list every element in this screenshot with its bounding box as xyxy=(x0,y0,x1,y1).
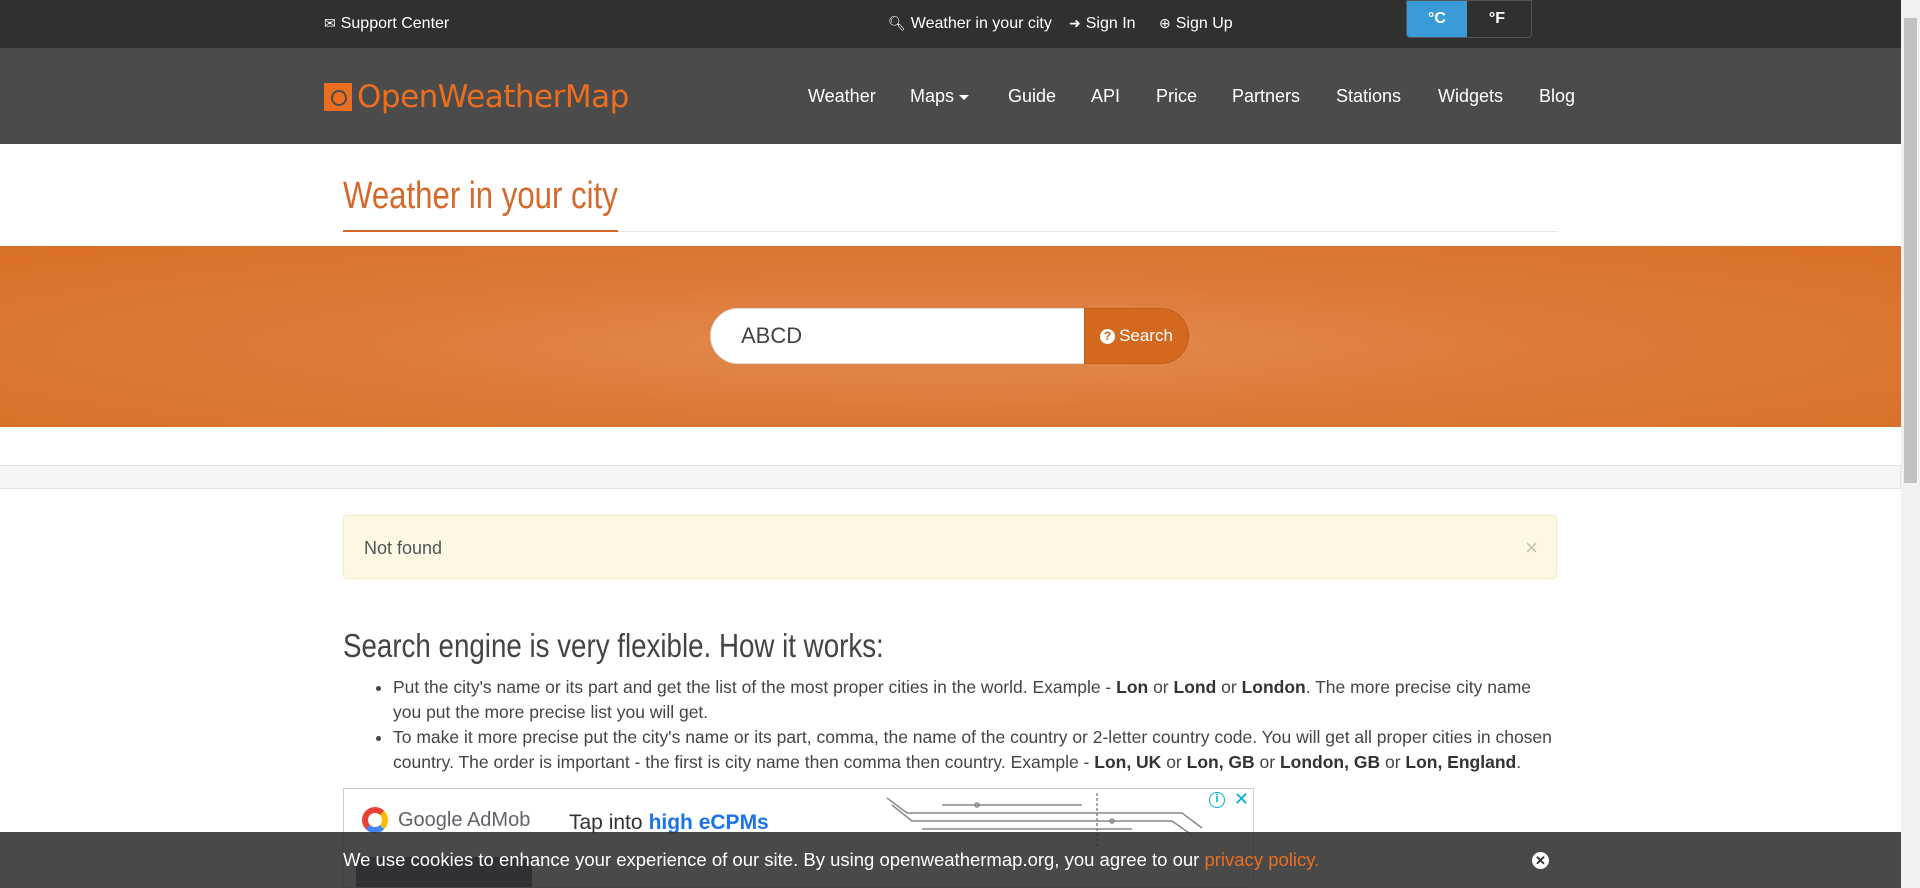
support-center-link[interactable]: ✉ Support Center xyxy=(324,0,449,46)
not-found-alert: Not found × xyxy=(343,515,1557,579)
page-scrollbar[interactable] xyxy=(1901,0,1920,888)
cookie-close-icon[interactable]: ✕ xyxy=(1532,852,1549,869)
sign-in-label: Sign In xyxy=(1085,15,1136,32)
info-heading: Search engine is very flexible. How it w… xyxy=(343,627,884,664)
nav-partners[interactable]: Partners xyxy=(1232,49,1300,144)
search-button[interactable]: ? Search xyxy=(1084,308,1189,364)
example-term: Lon, GB xyxy=(1186,752,1255,772)
logo[interactable]: OpenWeatherMap xyxy=(324,79,629,115)
cookie-message: We use cookies to enhance your experienc… xyxy=(343,832,1319,888)
nav-maps[interactable]: Maps xyxy=(910,49,970,144)
celsius-button[interactable]: °C xyxy=(1407,1,1467,37)
nav-price[interactable]: Price xyxy=(1156,49,1197,144)
sign-in-icon: ➜ xyxy=(1069,15,1081,31)
example-term: Lond xyxy=(1173,677,1217,697)
weather-city-label: Weather in your city xyxy=(910,15,1052,32)
weather-in-your-city-link[interactable]: 🔍︎ Weather in your city xyxy=(888,0,1052,46)
info-text: or xyxy=(1380,752,1406,772)
privacy-policy-link[interactable]: privacy policy. xyxy=(1204,849,1319,870)
info-text: . xyxy=(1516,752,1522,772)
question-circle-icon: ? xyxy=(1100,328,1116,344)
alert-close-icon[interactable]: × xyxy=(1525,516,1538,580)
list-item: To make it more precise put the city's n… xyxy=(393,725,1558,775)
cookie-text: We use cookies to enhance your experienc… xyxy=(343,849,1205,870)
divider-strip xyxy=(0,465,1901,489)
sign-up-link[interactable]: ⊕ Sign Up xyxy=(1159,0,1233,46)
nav-api[interactable]: API xyxy=(1091,49,1120,144)
nav-blog[interactable]: Blog xyxy=(1539,49,1575,144)
info-text: or xyxy=(1161,752,1187,772)
nav-widgets[interactable]: Widgets xyxy=(1438,49,1503,144)
example-term: Lon xyxy=(1116,677,1149,697)
info-text: or xyxy=(1148,677,1174,697)
page-title: Weather in your city xyxy=(343,175,618,217)
example-term: London xyxy=(1241,677,1306,697)
ad-tap-text: Tap into xyxy=(569,811,643,834)
sign-in-link[interactable]: ➜ Sign In xyxy=(1069,0,1136,46)
unit-toggle: °C °F xyxy=(1406,0,1532,38)
search-button-label: Search xyxy=(1119,326,1173,345)
example-term: London, GB xyxy=(1279,752,1381,772)
list-item: Put the city's name or its part and get … xyxy=(393,675,1558,725)
scroll-thumb[interactable] xyxy=(1904,18,1917,483)
example-term: Lon, England xyxy=(1405,752,1517,772)
nav-weather[interactable]: Weather xyxy=(808,49,876,144)
nav-maps-label: Maps xyxy=(910,86,955,106)
info-list: Put the city's name or its part and get … xyxy=(393,675,1558,775)
cookie-banner: We use cookies to enhance your experienc… xyxy=(0,832,1901,888)
admob-logo-icon xyxy=(362,807,388,833)
info-text: or xyxy=(1254,752,1280,772)
logo-sun-icon xyxy=(324,83,352,111)
title-underline xyxy=(343,230,618,232)
example-term: Lon, UK xyxy=(1094,752,1162,772)
support-center-label: Support Center xyxy=(340,15,450,32)
search-form: ?Search xyxy=(710,308,1189,364)
envelope-icon: ✉ xyxy=(324,15,336,31)
caret-down-icon xyxy=(959,94,970,100)
top-bar: ✉ Support Center 🔍︎ Weather in your city ➜… xyxy=(0,0,1901,49)
sign-up-label: Sign Up xyxy=(1175,15,1233,32)
ad-brand: Google AdMob xyxy=(398,809,531,831)
sign-up-icon: ⊕ xyxy=(1159,15,1171,31)
adchoices-icon[interactable]: i xyxy=(1209,792,1225,808)
city-search-input[interactable] xyxy=(710,308,1084,364)
nav-guide[interactable]: Guide xyxy=(1008,49,1056,144)
info-text: or xyxy=(1216,677,1242,697)
title-rule xyxy=(618,231,1557,232)
search-icon: 🔍︎ xyxy=(888,15,906,31)
ad-highlight: high eCPMs xyxy=(648,811,769,834)
alert-message: Not found xyxy=(364,538,443,558)
main-navbar: OpenWeatherMap Weather Maps Guide API Pr… xyxy=(0,49,1901,144)
fahrenheit-button[interactable]: °F xyxy=(1467,1,1527,37)
nav-stations[interactable]: Stations xyxy=(1336,49,1401,144)
ad-close-icon[interactable]: ✕ xyxy=(1234,789,1249,810)
logo-text: OpenWeatherMap xyxy=(357,79,629,115)
info-text: Put the city's name or its part and get … xyxy=(393,677,1117,697)
